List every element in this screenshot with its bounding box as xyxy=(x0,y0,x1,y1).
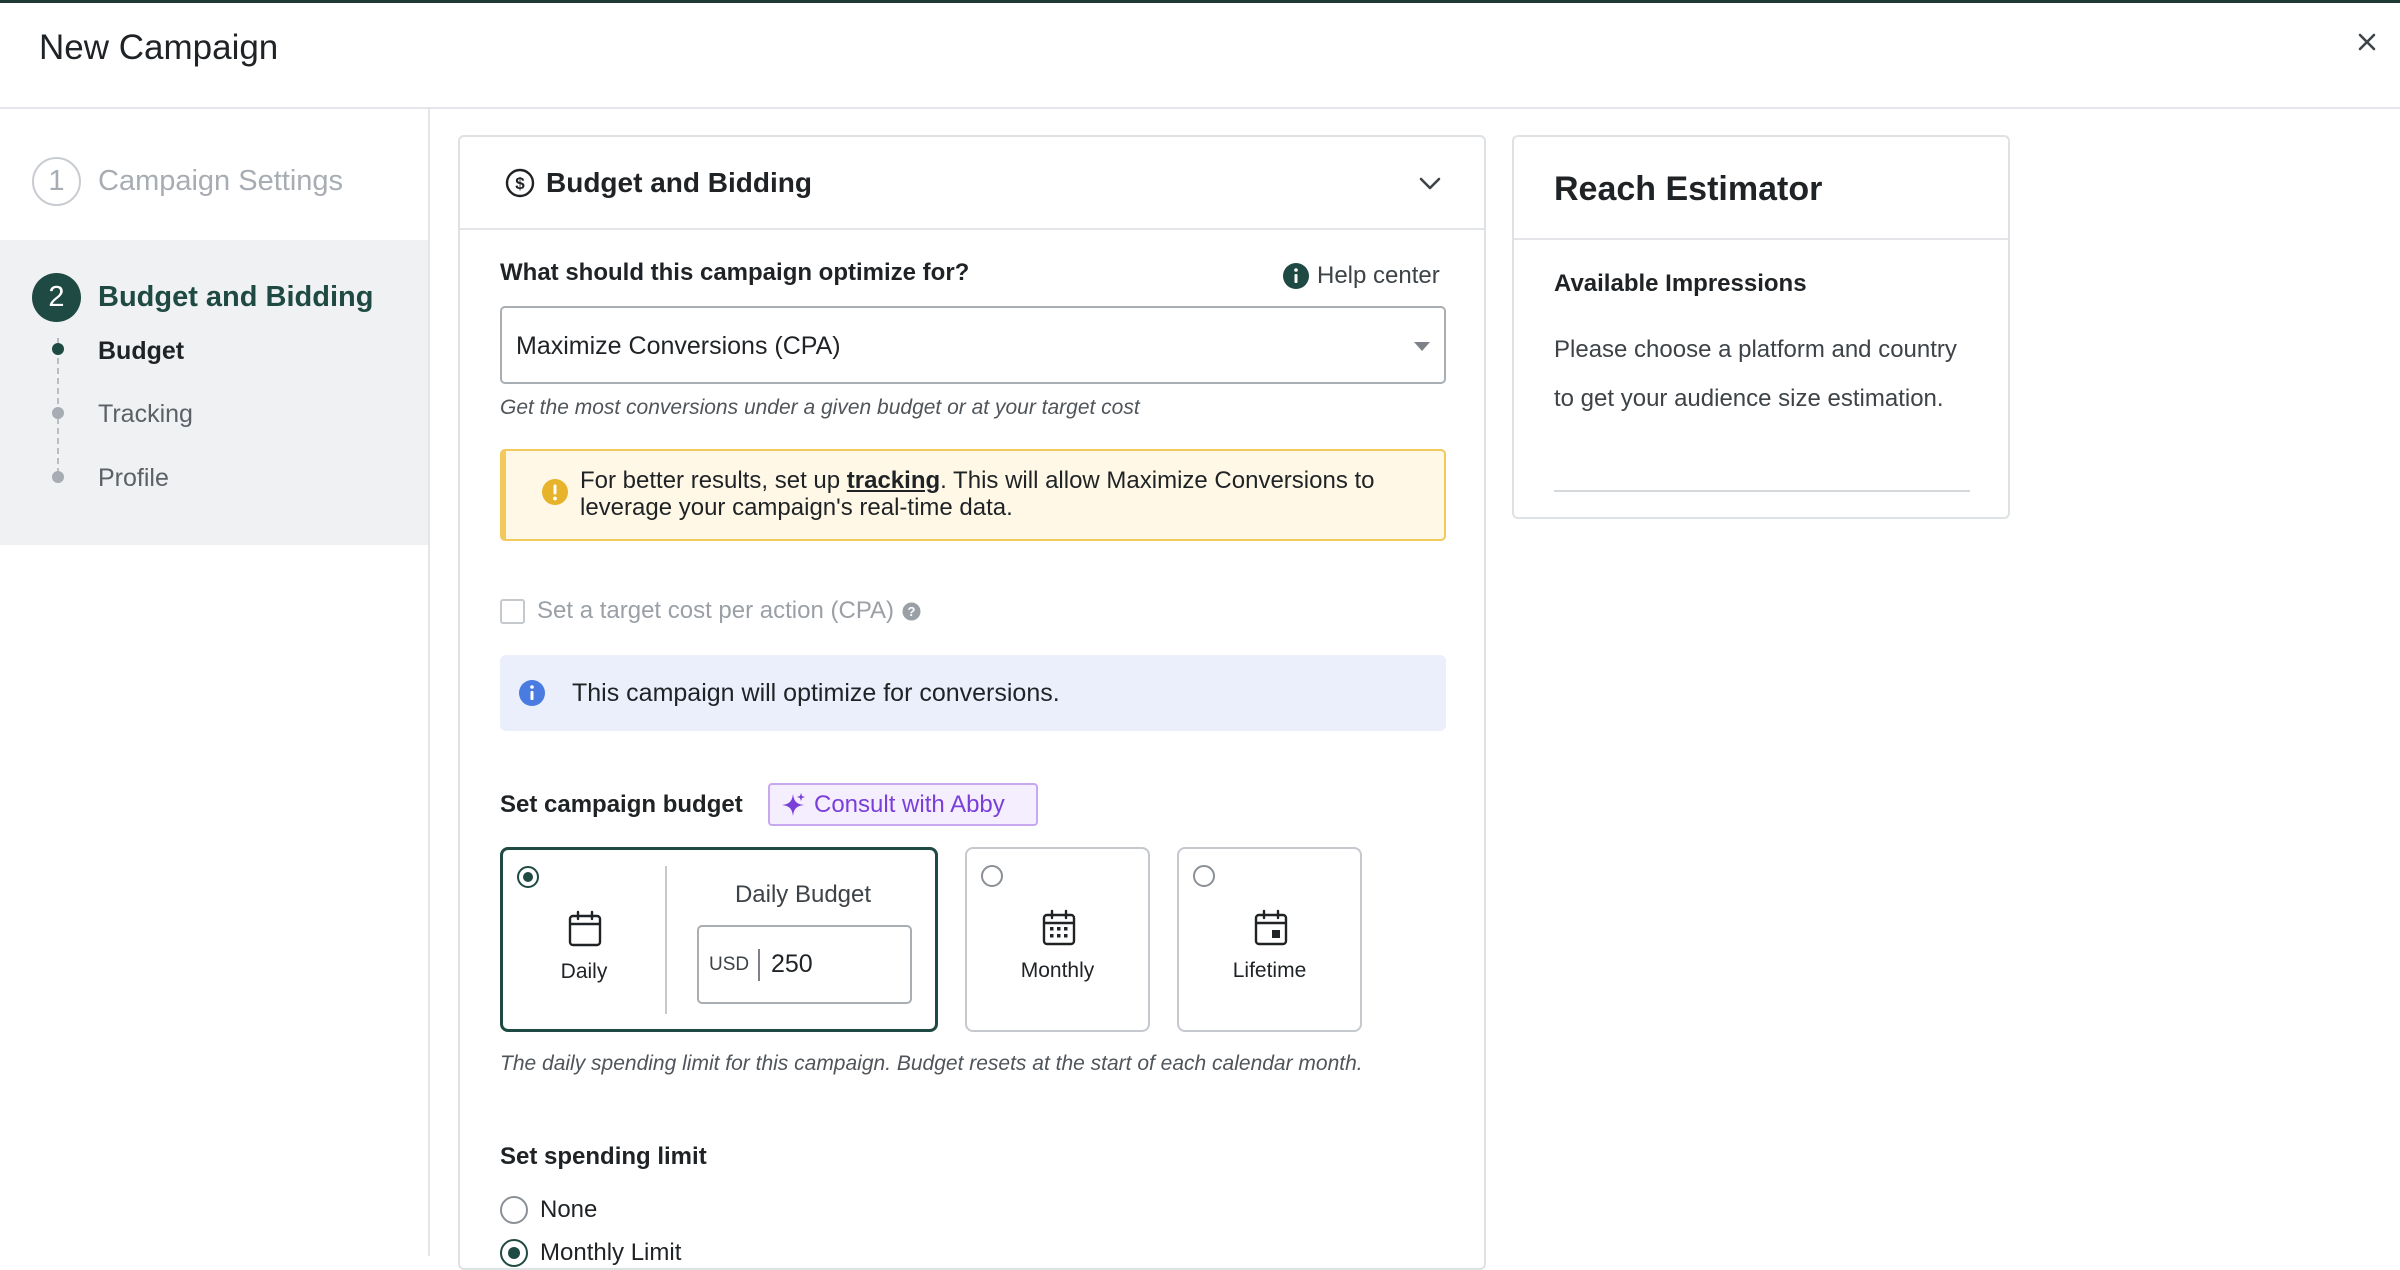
step-label[interactable]: Budget and Bidding xyxy=(98,281,373,314)
budget-option-daily[interactable]: Daily Daily Budget USD 250 xyxy=(500,847,938,1032)
monthly-label: Monthly xyxy=(1020,959,1095,982)
budget-option-monthly[interactable]: Monthly xyxy=(965,847,1150,1032)
step-campaign-settings[interactable]: 1 Campaign Settings xyxy=(0,109,430,240)
monthly-radio[interactable] xyxy=(981,865,1003,887)
option-divider xyxy=(665,866,667,1014)
spending-limit-monthly[interactable]: Monthly Limit xyxy=(500,1239,681,1267)
reach-placeholder-text: Please choose a platform and country to … xyxy=(1554,336,1957,412)
daily-budget-input[interactable]: USD 250 xyxy=(697,925,912,1004)
available-impressions-label: Available Impressions xyxy=(1554,270,1807,297)
sparkle-icon xyxy=(782,792,805,816)
consult-abby-button[interactable]: Consult with Abby xyxy=(768,783,1038,826)
card-title: Budget and Bidding xyxy=(546,167,812,198)
target-cpa-checkbox[interactable] xyxy=(500,598,525,624)
substep-dot xyxy=(52,407,64,419)
calendar-icon xyxy=(568,910,602,947)
target-cpa-row: Set a target cost per action (CPA) ? xyxy=(500,597,921,625)
info-circle-icon xyxy=(1283,263,1309,289)
card-header[interactable]: $ Budget and Bidding xyxy=(460,137,1484,230)
consult-abby-label: Consult with Abby xyxy=(814,790,1005,818)
tracking-warning: For better results, set up tracking. Thi… xyxy=(500,449,1446,541)
daily-budget-label: Daily Budget xyxy=(734,881,872,908)
optimization-info: This campaign will optimize for conversi… xyxy=(500,655,1446,731)
reach-estimator-panel: Reach Estimator Available Impressions Pl… xyxy=(1512,135,2010,519)
optimize-question: What should this campaign optimize for? xyxy=(500,259,970,286)
target-cpa-label: Set a target cost per action (CPA) xyxy=(537,597,895,624)
currency-separator xyxy=(758,949,760,981)
reach-divider xyxy=(1554,490,1970,492)
optimize-select[interactable]: Maximize Conversions (CPA) xyxy=(500,306,1446,384)
budget-bidding-card: $ Budget and Bidding What should this ca… xyxy=(458,135,1486,1270)
step-number: 2 xyxy=(32,273,81,322)
svg-text:$: $ xyxy=(515,174,525,193)
optimize-hint: Get the most conversions under a given b… xyxy=(500,396,1140,419)
steps-sidebar: 1 Campaign Settings 2 Budget and Bidding… xyxy=(0,109,430,1256)
help-center-link[interactable]: Help center xyxy=(1282,261,1440,291)
step-label: Campaign Settings xyxy=(98,165,344,197)
daily-budget-value: 250 xyxy=(771,950,813,978)
modal-header: New Campaign xyxy=(0,3,2400,109)
budget-option-lifetime[interactable]: Lifetime xyxy=(1177,847,1362,1032)
substep-tracking[interactable]: Tracking xyxy=(98,400,193,429)
tracking-link[interactable]: tracking xyxy=(847,467,940,494)
caret-down-icon xyxy=(1414,342,1430,351)
calendar-event-icon xyxy=(1254,909,1288,946)
step-budget-and-bidding: 2 Budget and Bidding Budget Tracking Pro… xyxy=(0,240,428,545)
substeps-connector xyxy=(57,338,59,474)
question-icon[interactable]: ? xyxy=(902,602,921,621)
daily-label: Daily xyxy=(560,960,608,983)
calendar-grid-icon xyxy=(1042,909,1076,946)
daily-radio[interactable] xyxy=(517,866,539,888)
budget-section-label: Set campaign budget xyxy=(500,791,743,818)
none-label: None xyxy=(540,1196,598,1223)
help-center-label: Help center xyxy=(1317,262,1440,289)
substep-budget[interactable]: Budget xyxy=(98,337,184,366)
monthly-limit-radio[interactable] xyxy=(500,1239,528,1267)
step-number: 1 xyxy=(32,157,81,206)
reach-title: Reach Estimator xyxy=(1554,170,1823,208)
reach-header: Reach Estimator xyxy=(1514,137,2008,240)
info-circle-icon xyxy=(519,680,545,706)
close-icon xyxy=(2358,33,2376,51)
svg-text:?: ? xyxy=(908,604,916,619)
modal-title: New Campaign xyxy=(39,28,279,67)
lifetime-radio[interactable] xyxy=(1193,865,1215,887)
currency-label: USD xyxy=(709,954,750,975)
close-button[interactable] xyxy=(2350,25,2384,59)
substep-profile[interactable]: Profile xyxy=(98,464,169,493)
lifetime-label: Lifetime xyxy=(1232,959,1307,982)
warning-text: For better results, set up tracking. Thi… xyxy=(580,467,1420,521)
dollar-circle-icon: $ xyxy=(505,168,535,198)
warning-icon xyxy=(542,479,568,505)
chevron-down-icon[interactable] xyxy=(1416,169,1444,197)
substep-dot xyxy=(52,343,64,355)
spending-limit-none[interactable]: None xyxy=(500,1196,597,1224)
spending-limit-label: Set spending limit xyxy=(500,1143,707,1170)
optimize-select-value: Maximize Conversions (CPA) xyxy=(516,332,841,360)
substep-dot xyxy=(52,471,64,483)
budget-hint: The daily spending limit for this campai… xyxy=(500,1052,1363,1075)
monthly-limit-label: Monthly Limit xyxy=(540,1239,682,1266)
warning-text-before: For better results, set up xyxy=(580,467,847,494)
none-radio[interactable] xyxy=(500,1196,528,1224)
info-text: This campaign will optimize for conversi… xyxy=(572,679,1060,707)
